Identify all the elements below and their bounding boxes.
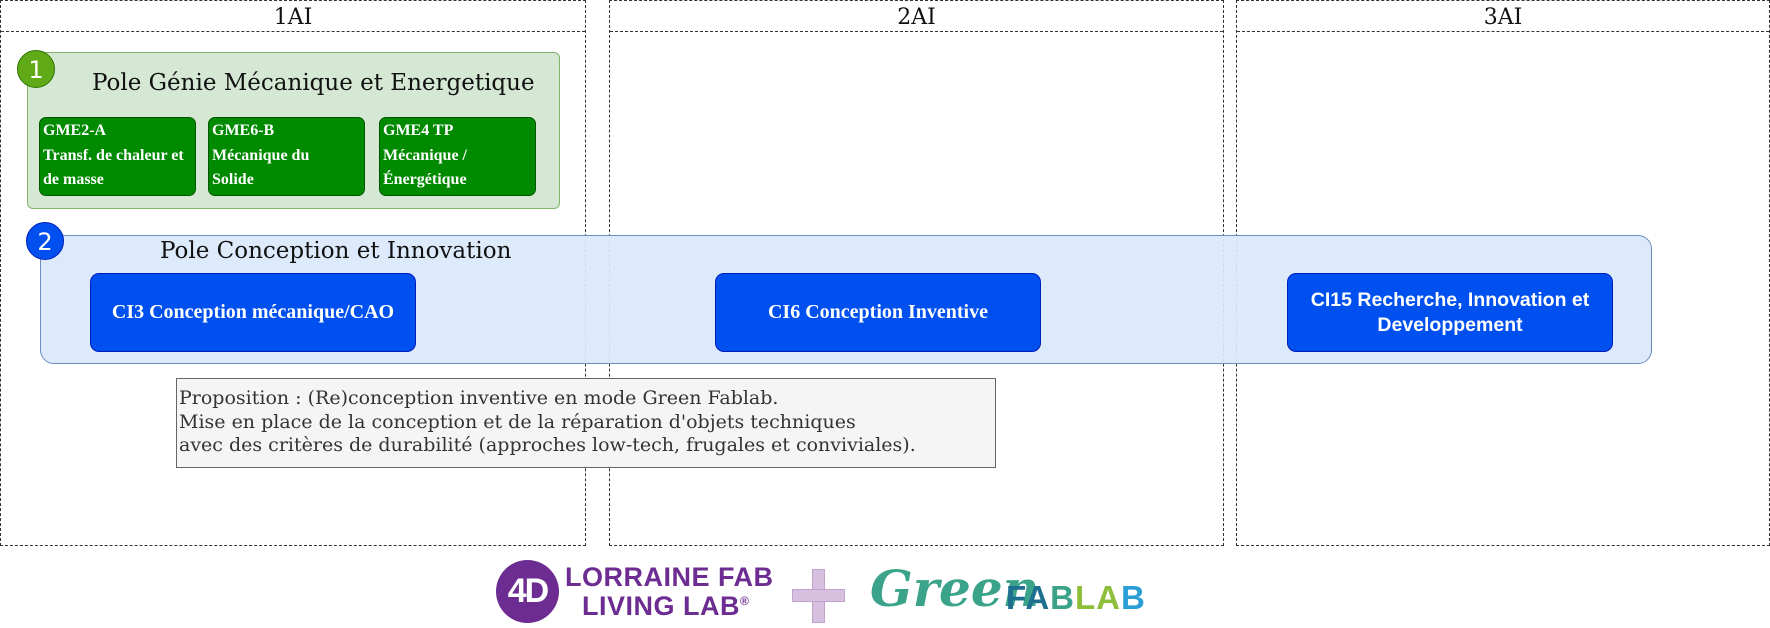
course-code: GME6-B	[212, 122, 275, 139]
pole2-number-badge: 2	[26, 222, 64, 260]
registered-mark: ®	[740, 594, 750, 608]
course-gme4tp: GME4 TP Mécanique / Énergétique	[379, 117, 536, 196]
lorraine-logo-subtext: LIVING LAB	[582, 591, 740, 621]
fablab-logo-part: LA	[1075, 579, 1122, 616]
course-line: Mécanique /	[383, 146, 467, 164]
course-code: GME2-A	[43, 122, 107, 139]
lorraine-logo-text: LORRAINE FAB	[565, 562, 774, 592]
course-gme2a: GME2-A Transf. de chaleur et de masse	[39, 117, 196, 196]
column-title: 3AI	[1483, 5, 1523, 30]
proposal-note: Proposition : (Re)conception inventive e…	[176, 378, 996, 468]
column-header-divider	[1237, 31, 1769, 32]
column-header-divider	[1, 31, 585, 32]
course-label: CI6 Conception Inventive	[767, 301, 988, 323]
course-ci15: CI15 Recherche, Innovation et Developpem…	[1287, 273, 1613, 352]
course-gme6b: GME6-B Mécanique du Solide	[208, 117, 365, 196]
fablab-logo-part: B	[1050, 579, 1076, 616]
course-code: GME4 TP	[383, 122, 454, 139]
lorraine-4d-logo-icon: 4D	[496, 560, 559, 623]
course-label: CI15 Recherche, Innovation et Developpem…	[1310, 288, 1590, 336]
proposal-line: Proposition : (Re)conception inventive e…	[179, 387, 779, 409]
fablab-logo-part: FA	[1006, 579, 1051, 616]
fablab-logo-part: B	[1121, 579, 1146, 616]
pole1-title: Pole Génie Mécanique et Energetique	[92, 70, 535, 96]
course-line: de masse	[43, 171, 104, 188]
course-line: Transf. de chaleur et	[43, 146, 184, 164]
lorraine-logo-text: LIVING LAB®	[582, 591, 749, 622]
pole1-number-badge: 1	[17, 50, 55, 88]
plus-icon	[792, 589, 845, 602]
proposal-line: avec des critères de durabilité (approch…	[179, 434, 916, 456]
column-header-divider	[610, 31, 1223, 32]
course-line: Solide	[212, 171, 254, 188]
proposal-line: Mise en place de la conception et de la …	[179, 410, 856, 433]
pole2-title: Pole Conception et Innovation	[160, 238, 512, 264]
column-title: 2AI	[897, 5, 936, 30]
fablab-logo-text: FABLAB	[1006, 579, 1146, 617]
course-label: CI3 Conception mécanique/CAO	[111, 301, 395, 323]
course-ci6: CI6 Conception Inventive	[715, 273, 1041, 352]
course-ci3: CI3 Conception mécanique/CAO	[90, 273, 416, 352]
course-line: Mécanique du	[212, 146, 310, 164]
logo-strip: 4D LORRAINE FAB LIVING LAB® Green FABLAB	[0, 555, 1770, 628]
course-line: Énergétique	[383, 171, 467, 188]
column-title: 1AI	[273, 5, 313, 30]
